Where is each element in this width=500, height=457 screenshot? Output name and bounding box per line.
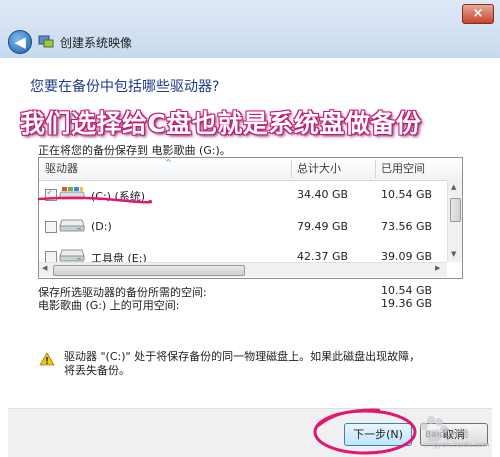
column-header-total-size[interactable]: 总计大小 — [291, 158, 375, 180]
vertical-scroll-thumb[interactable] — [450, 198, 461, 222]
drive-used-space: 10.54 GB — [381, 188, 433, 201]
drive-name: (D:) — [91, 220, 112, 233]
annotation-circle — [313, 408, 417, 455]
watermark-text: Baidu经验 — [425, 430, 469, 440]
window-title: 创建系统映像 — [60, 36, 133, 50]
drive-list[interactable]: 驱动器 ^ 总计大小 已用空间 (C:) (系统) 34.40 GB 10.54… — [38, 157, 463, 279]
drive-total-size: 34.40 GB — [297, 188, 349, 201]
drive-checkbox-d[interactable] — [45, 221, 57, 233]
horizontal-scroll-thumb[interactable] — [53, 265, 245, 276]
hard-drive-icon — [59, 249, 85, 262]
available-space-value: 19.36 GB — [381, 297, 433, 310]
column-header-used-space[interactable]: 已用空间 — [375, 158, 453, 180]
hard-drive-icon — [59, 219, 85, 232]
horizontal-scrollbar[interactable]: ◀ ▶ — [39, 262, 447, 277]
available-space-label: 电影歌曲 (G:) 上的可用空间: — [38, 299, 180, 312]
drive-list-header: 驱动器 ^ 总计大小 已用空间 — [39, 158, 462, 181]
vertical-scrollbar[interactable]: ▲ ▼ — [447, 180, 462, 262]
scroll-right-icon[interactable]: ▶ — [435, 264, 440, 272]
sort-arrow-icon: ^ — [165, 158, 172, 167]
required-space-value: 10.54 GB — [381, 284, 433, 297]
drive-used-space: 73.56 GB — [381, 220, 433, 233]
drive-total-size: 79.49 GB — [297, 220, 349, 233]
backup-destination-text: 正在将您的备份保存到 电影歌曲 (G:)。 — [38, 144, 231, 157]
page-heading: 您要在备份中包括哪些驱动器? — [30, 79, 220, 95]
annotation-overlay-text: 我们选择给C盘也就是系统盘做备份 — [20, 109, 422, 138]
warning-icon — [39, 352, 55, 366]
annotation-underline — [37, 196, 152, 204]
back-button[interactable]: ◀ — [8, 30, 32, 54]
warning-text: 驱动器 "(C:)" 处于将保存备份的同一物理磁盘上。如果此磁盘出现故障，将丢失… — [64, 350, 421, 377]
dialog-window: × ◀ 创建系统映像 您要在备份中包括哪些驱动器? 我们选择给C盘也就是系统盘做… — [0, 0, 500, 457]
drive-row-d[interactable]: (D:) 79.49 GB 73.56 GB — [39, 212, 447, 240]
scroll-left-icon[interactable]: ◀ — [42, 264, 47, 272]
backup-app-icon — [38, 35, 54, 48]
close-button[interactable]: × — [462, 4, 494, 24]
scroll-down-icon[interactable]: ▼ — [451, 250, 456, 258]
scroll-up-icon[interactable]: ▲ — [451, 183, 456, 191]
watermark-url: jingyan.baidu.com — [425, 441, 490, 449]
